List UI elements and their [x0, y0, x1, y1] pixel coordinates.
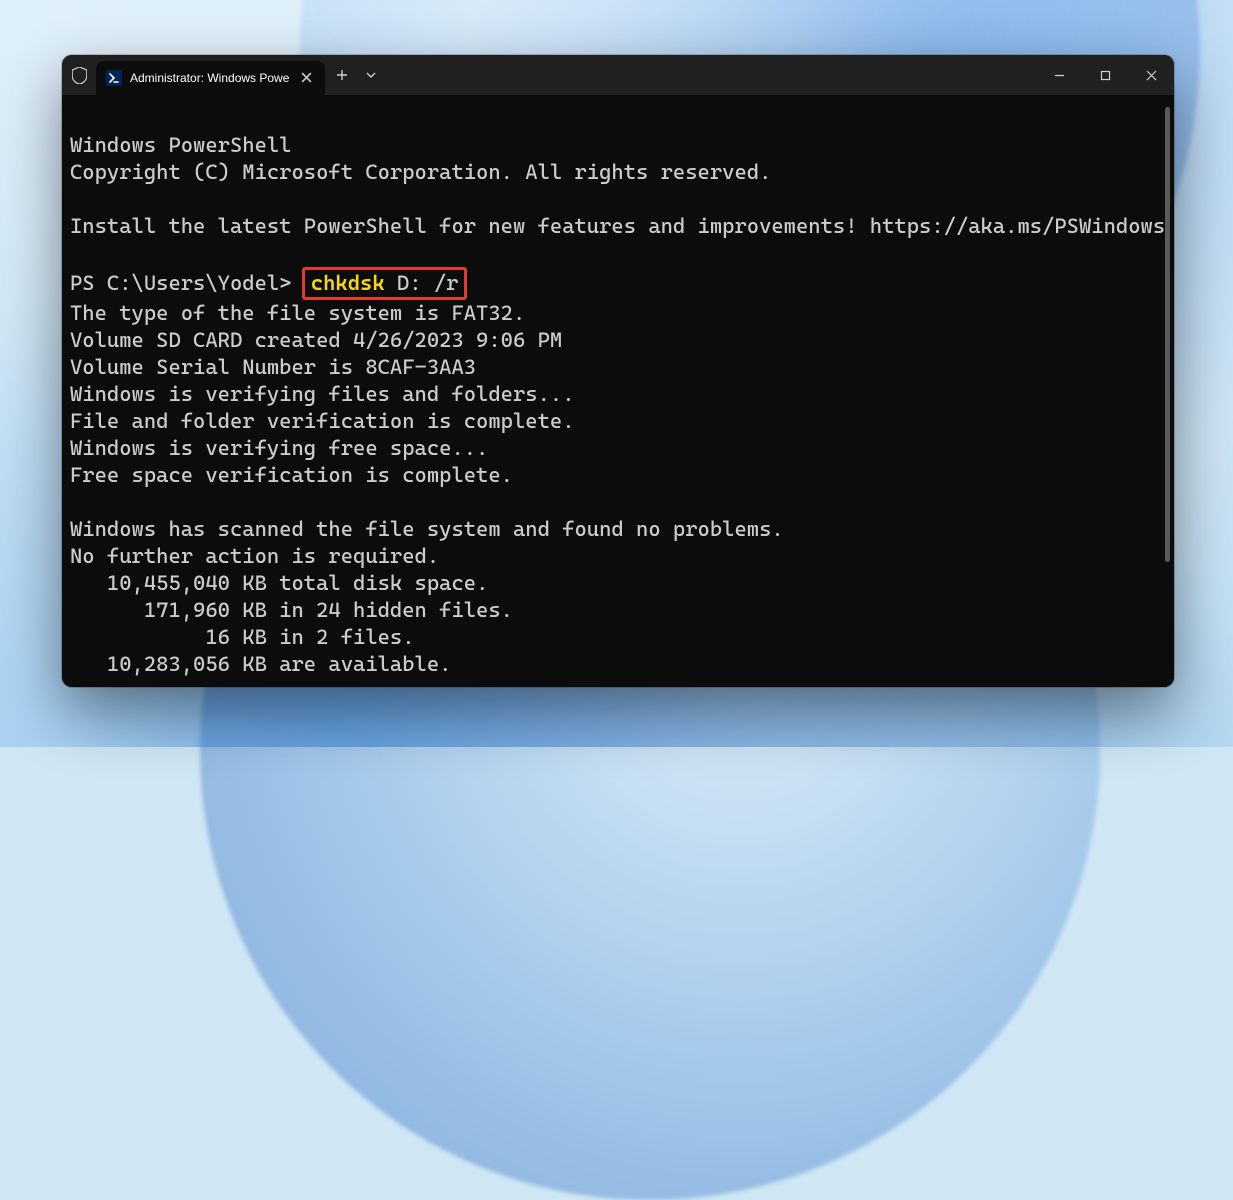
command-keyword: chkdsk [311, 271, 385, 295]
terminal-content[interactable]: Windows PowerShell Copyright (C) Microso… [62, 95, 1174, 687]
install-hint: Install the latest PowerShell for new fe… [70, 214, 1165, 238]
window-controls [1036, 55, 1174, 95]
banner-line: Copyright (C) Microsoft Corporation. All… [70, 160, 771, 184]
new-tab-button[interactable] [325, 69, 359, 81]
tab-powershell[interactable]: Administrator: Windows Powe [96, 61, 325, 95]
shield-icon [62, 67, 96, 84]
close-window-button[interactable] [1128, 55, 1174, 95]
command-highlight-box: chkdsk D: /r [302, 267, 468, 300]
titlebar-left: Administrator: Windows Powe [62, 55, 383, 95]
command-args: D: /r [385, 271, 459, 295]
prompt: PS C:\Users\Yodel> [70, 271, 304, 295]
tab-title: Administrator: Windows Powe [130, 71, 289, 85]
tab-dropdown-button[interactable] [359, 70, 383, 80]
scrollbar-thumb[interactable] [1165, 107, 1170, 562]
terminal-window: Administrator: Windows Powe [62, 55, 1174, 687]
minimize-button[interactable] [1036, 55, 1082, 95]
command-output: The type of the file system is FAT32. Vo… [70, 301, 784, 676]
banner-line: Windows PowerShell [70, 133, 291, 157]
titlebar-drag-area[interactable] [383, 55, 1036, 95]
tab-close-button[interactable] [297, 71, 315, 86]
powershell-icon [106, 70, 122, 86]
prompt-line: PS C:\Users\Yodel> chkdsk D: /r [70, 267, 1166, 300]
maximize-button[interactable] [1082, 55, 1128, 95]
titlebar[interactable]: Administrator: Windows Powe [62, 55, 1174, 95]
